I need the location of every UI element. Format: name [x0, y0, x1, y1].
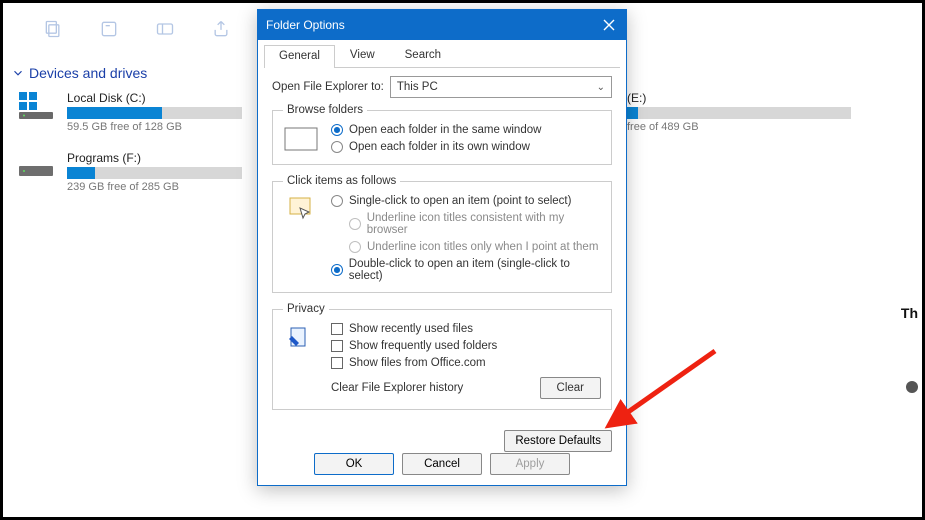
click-legend: Click items as follows — [283, 175, 400, 187]
radio-underline-browser: Underline icon titles consistent with my… — [349, 212, 601, 236]
drive-name: (E:) — [627, 91, 851, 105]
folder-options-dialog: Folder Options General View Search Open … — [257, 9, 627, 486]
click-items-group: Click items as follows Single-click to o… — [272, 175, 612, 293]
drive-name: Programs (F:) — [67, 151, 242, 165]
tab-search[interactable]: Search — [390, 44, 456, 67]
usage-bar — [627, 107, 851, 119]
windows-drive-icon — [17, 91, 57, 119]
check-office[interactable]: Show files from Office.com — [331, 357, 601, 369]
window-icon — [283, 124, 319, 154]
cropped-text-fragment: Th — [901, 305, 918, 321]
radio-double-click[interactable]: Double-click to open an item (single-cli… — [331, 258, 601, 282]
dropdown-value: This PC — [397, 81, 438, 93]
radio-own-window[interactable]: Open each folder in its own window — [331, 141, 601, 153]
rename-icon[interactable] — [155, 19, 175, 39]
radio-single-click[interactable]: Single-click to open an item (point to s… — [331, 195, 601, 207]
check-frequent[interactable]: Show frequently used folders — [331, 340, 601, 352]
drive-free: free of 489 GB — [627, 121, 851, 133]
dialog-title: Folder Options — [266, 18, 345, 32]
section-title: Devices and drives — [29, 65, 147, 81]
privacy-icon — [283, 323, 319, 353]
privacy-legend: Privacy — [283, 303, 329, 315]
select-all-icon[interactable] — [99, 19, 119, 39]
radio-underline-point: Underline icon titles only when I point … — [349, 241, 601, 253]
dialog-footer: OK Cancel Apply — [258, 453, 626, 475]
usage-bar — [67, 107, 242, 119]
clear-history-label: Clear File Explorer history — [331, 382, 463, 394]
drive-item-c[interactable]: Local Disk (C:) 59.5 GB free of 128 GB — [17, 91, 242, 133]
browse-folders-group: Browse folders Open each folder in the s… — [272, 104, 612, 165]
copy-icon[interactable] — [43, 19, 63, 39]
cursor-icon — [283, 195, 319, 225]
tab-view[interactable]: View — [335, 44, 390, 67]
radio-same-window[interactable]: Open each folder in the same window — [331, 124, 601, 136]
main-toolbar — [43, 19, 287, 39]
cropped-dot — [906, 381, 918, 393]
apply-button[interactable]: Apply — [490, 453, 570, 475]
share-icon[interactable] — [211, 19, 231, 39]
restore-defaults-button[interactable]: Restore Defaults — [504, 430, 612, 452]
drive-free: 59.5 GB free of 128 GB — [67, 121, 242, 133]
ok-button[interactable]: OK — [314, 453, 394, 475]
browse-legend: Browse folders — [283, 104, 367, 116]
open-explorer-dropdown[interactable]: This PC ⌄ — [390, 76, 612, 98]
privacy-group: Privacy Show recently used files Show fr… — [272, 303, 612, 410]
usage-bar — [67, 167, 242, 179]
drive-item-e[interactable]: (E:) free of 489 GB — [627, 91, 851, 133]
chevron-down-icon — [11, 66, 25, 80]
dialog-tabs: General View Search — [264, 44, 620, 68]
devices-and-drives-header[interactable]: Devices and drives — [11, 65, 147, 81]
cancel-button[interactable]: Cancel — [402, 453, 482, 475]
drive-icon — [17, 151, 57, 179]
drive-item-f[interactable]: Programs (F:) 239 GB free of 285 GB — [17, 151, 242, 193]
dialog-titlebar[interactable]: Folder Options — [258, 10, 626, 40]
tab-general[interactable]: General — [264, 45, 335, 68]
drive-free: 239 GB free of 285 GB — [67, 181, 242, 193]
drive-name: Local Disk (C:) — [67, 91, 242, 105]
open-explorer-label: Open File Explorer to: — [272, 81, 384, 93]
clear-button[interactable]: Clear — [540, 377, 601, 399]
close-icon[interactable] — [600, 16, 618, 34]
chevron-down-icon: ⌄ — [597, 82, 605, 93]
check-recent[interactable]: Show recently used files — [331, 323, 601, 335]
